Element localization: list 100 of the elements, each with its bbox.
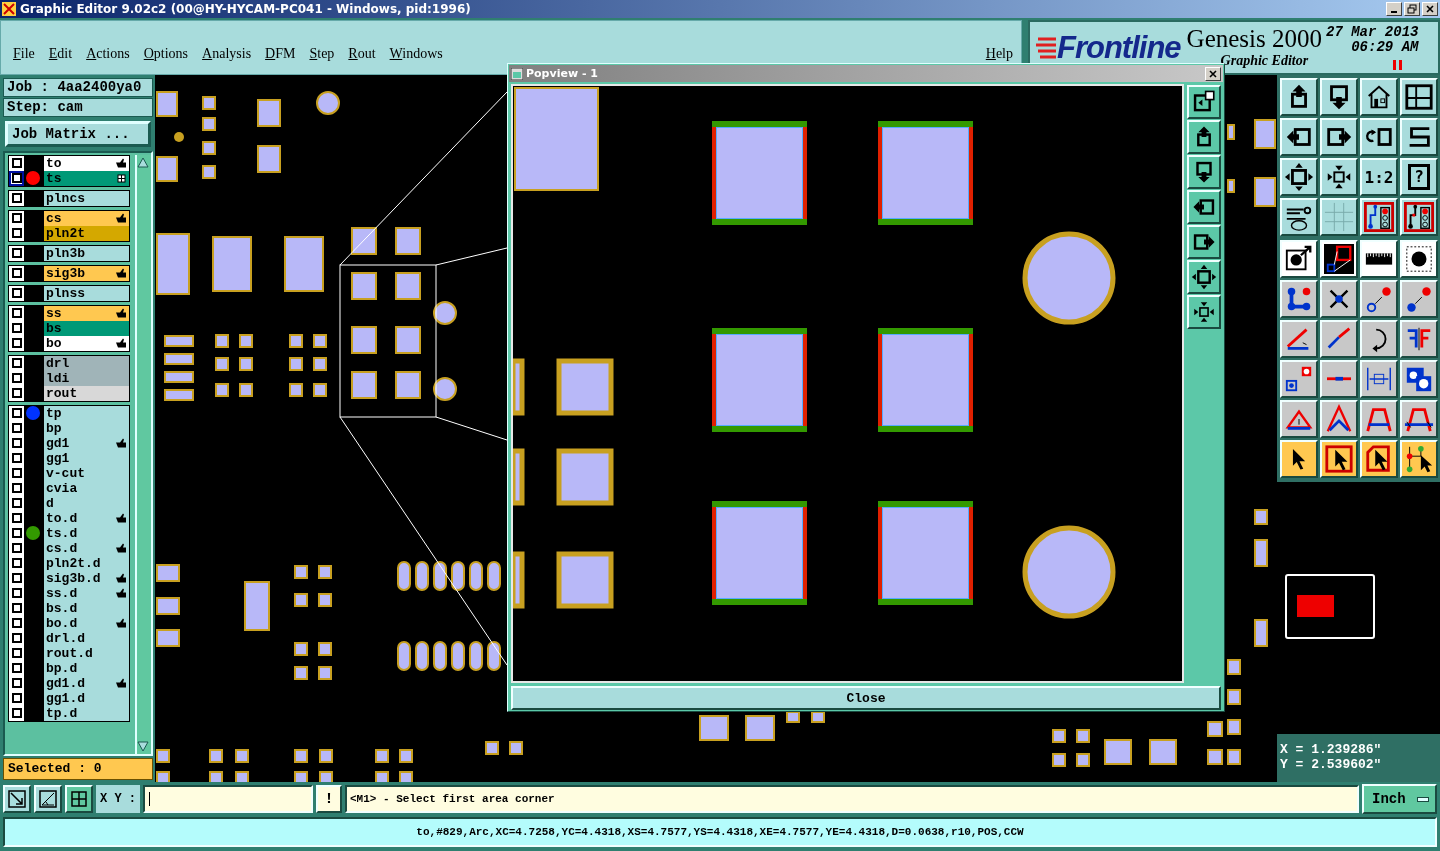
- view-tool-button[interactable]: [1187, 225, 1221, 260]
- tool-button[interactable]: [1360, 360, 1398, 398]
- pad: [399, 749, 413, 763]
- tool-button[interactable]: [1280, 400, 1318, 438]
- tool-button[interactable]: [1400, 440, 1438, 478]
- ring-arrow-icon: [1364, 284, 1394, 314]
- scrollbar[interactable]: [135, 154, 151, 754]
- tool-button[interactable]: [1320, 240, 1358, 278]
- layer-name[interactable]: tp: [42, 405, 129, 421]
- tool-button[interactable]: [1320, 400, 1358, 438]
- oval-pad: [397, 641, 411, 671]
- menu-item[interactable]: Analysis: [198, 46, 256, 62]
- zoom-area-button[interactable]: [3, 785, 31, 813]
- angle-snap-button[interactable]: [34, 785, 62, 813]
- layer-name[interactable]: plncs: [42, 190, 129, 206]
- tool-button[interactable]: [1400, 360, 1438, 398]
- pad: [351, 326, 377, 354]
- minimize-button[interactable]: [1386, 2, 1402, 16]
- pad: [239, 334, 253, 348]
- pad: [239, 383, 253, 397]
- tool-button[interactable]: [1360, 240, 1398, 278]
- line-segment-icon: [1326, 375, 1352, 383]
- tool-button[interactable]: [1400, 320, 1438, 358]
- menu-item[interactable]: Edit: [44, 46, 77, 62]
- layer-name[interactable]: ss: [42, 305, 129, 321]
- layer-name[interactable]: to: [42, 155, 129, 171]
- menu-item[interactable]: Step: [305, 46, 339, 62]
- layer-name[interactable]: plnss: [42, 285, 129, 301]
- pad: [556, 358, 614, 416]
- oval-pad: [415, 641, 429, 671]
- units-dropdown[interactable]: Inch: [1362, 784, 1437, 814]
- hand-icon: [116, 543, 126, 554]
- tool-button[interactable]: [1280, 240, 1318, 278]
- tool-button[interactable]: [1360, 198, 1398, 236]
- view-tool-button[interactable]: [1187, 155, 1221, 190]
- layer-name[interactable]: pln3b: [42, 245, 129, 261]
- menu-item[interactable]: DFM: [261, 46, 300, 62]
- tool-button[interactable]: [1400, 280, 1438, 318]
- menu-item[interactable]: File: [9, 46, 39, 62]
- tool-button[interactable]: [1360, 78, 1398, 116]
- layer-name[interactable]: cs: [42, 210, 129, 226]
- tool-button[interactable]: [1280, 440, 1318, 478]
- view-tool-button[interactable]: [1187, 120, 1221, 155]
- view-tool-button[interactable]: [1187, 190, 1221, 225]
- alert-button[interactable]: !: [316, 785, 342, 813]
- restore-button[interactable]: [1404, 2, 1420, 16]
- menu-item[interactable]: Options: [139, 46, 193, 62]
- zoom-ratio-button[interactable]: 1:2: [1360, 158, 1398, 196]
- tool-button[interactable]: [1280, 118, 1318, 156]
- tool-button[interactable]: [1400, 400, 1438, 438]
- xy-input-field[interactable]: [143, 785, 313, 813]
- tool-button[interactable]: [1360, 118, 1398, 156]
- close-button[interactable]: [1422, 2, 1438, 16]
- pad: [202, 96, 216, 110]
- tool-button[interactable]: [1280, 198, 1318, 236]
- tool-button[interactable]: [1280, 158, 1318, 196]
- tool-button[interactable]: [1400, 118, 1438, 156]
- tool-button[interactable]: [1320, 118, 1358, 156]
- tool-button[interactable]: [1320, 158, 1358, 196]
- tool-button[interactable]: [1400, 198, 1438, 236]
- tool-button[interactable]: [1320, 320, 1358, 358]
- pad: [375, 749, 389, 763]
- view-area-marker[interactable]: [1297, 595, 1334, 617]
- tool-button[interactable]: [1320, 360, 1358, 398]
- tool-button[interactable]: [1400, 78, 1438, 116]
- tool-button[interactable]: [1280, 360, 1318, 398]
- tool-button[interactable]: [1320, 198, 1358, 236]
- popview-close-button[interactable]: [1205, 66, 1221, 81]
- menu-item[interactable]: Help: [981, 46, 1017, 62]
- tool-button[interactable]: [1280, 280, 1318, 318]
- pad: [215, 383, 229, 397]
- minimize-icon: [1391, 11, 1397, 13]
- menu-item[interactable]: Rout: [344, 46, 380, 62]
- menu-item[interactable]: Actions: [82, 46, 134, 62]
- tool-button[interactable]: [1320, 280, 1358, 318]
- pad: [351, 371, 377, 399]
- close-popview-button[interactable]: Close: [511, 686, 1221, 710]
- menu-item[interactable]: Windows: [385, 46, 447, 62]
- tool-button[interactable]: [1360, 280, 1398, 318]
- tool-button[interactable]: [1320, 440, 1358, 478]
- view-tool-button[interactable]: [1187, 295, 1221, 330]
- tool-button[interactable]: [1280, 320, 1318, 358]
- view-tool-button[interactable]: [1187, 85, 1221, 120]
- tool-button[interactable]: [1320, 78, 1358, 116]
- grid-snap-button[interactable]: [65, 785, 93, 813]
- oval-pad: [469, 641, 483, 671]
- layer-name[interactable]: sig3b: [42, 265, 129, 281]
- pad: [485, 741, 499, 755]
- tool-button[interactable]: [1360, 320, 1398, 358]
- job-matrix-button[interactable]: Job Matrix ...: [5, 121, 151, 147]
- tool-button[interactable]: [1360, 400, 1398, 438]
- tool-button[interactable]: [1360, 440, 1398, 478]
- view-tool-button[interactable]: [1187, 260, 1221, 295]
- pad: [164, 353, 194, 365]
- tool-button[interactable]: [1400, 240, 1438, 278]
- tool-button[interactable]: [1280, 78, 1318, 116]
- pad: [1149, 739, 1177, 765]
- layer-name[interactable]: drl: [42, 355, 129, 371]
- help-button[interactable]: ?: [1400, 158, 1438, 196]
- pause-icon: [1393, 60, 1403, 70]
